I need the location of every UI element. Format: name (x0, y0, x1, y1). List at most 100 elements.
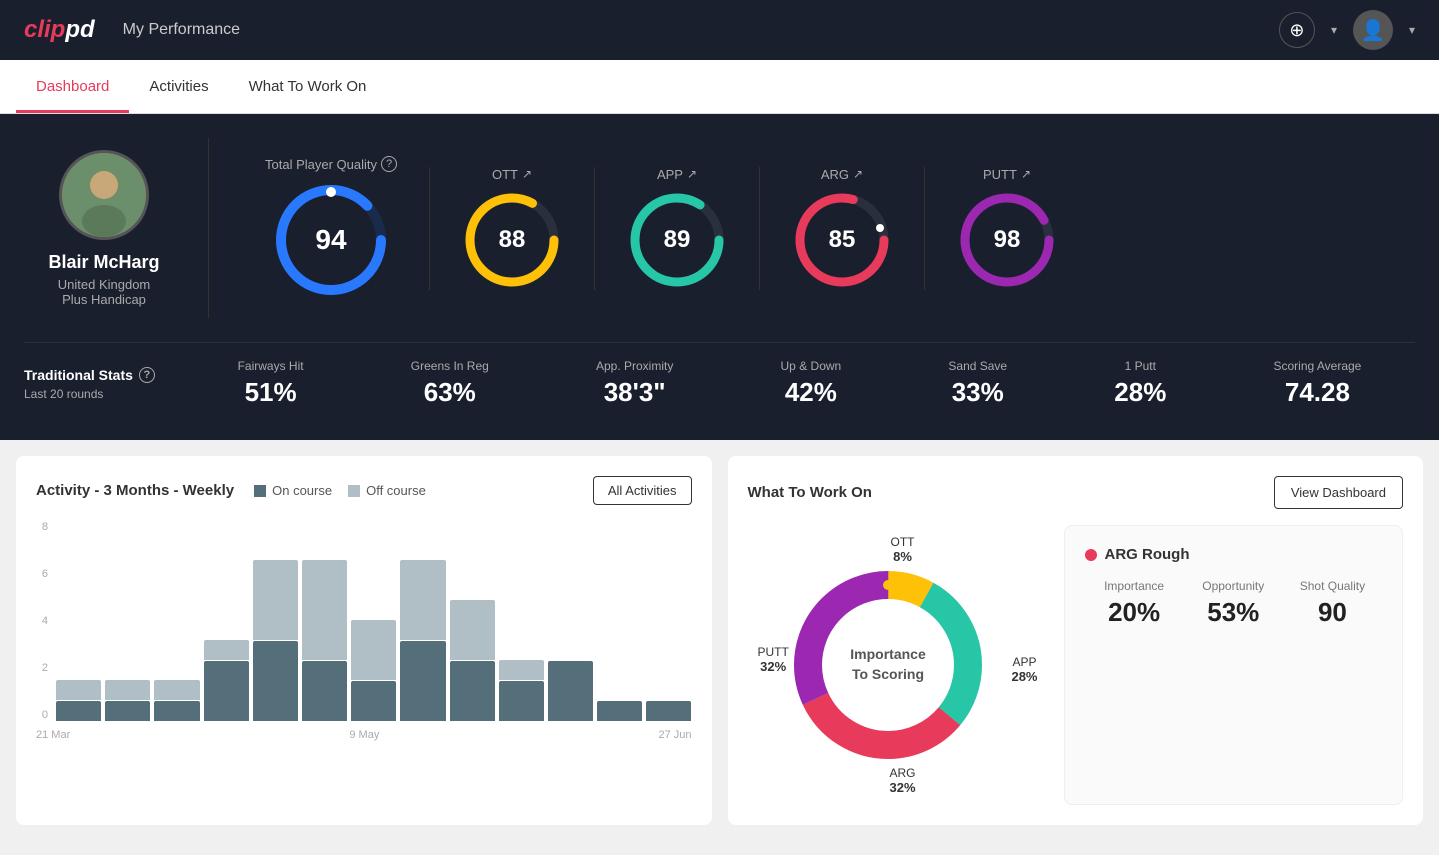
stat-1-putt: 1 Putt 28% (1114, 359, 1166, 408)
off-course-dot (348, 485, 360, 497)
info-icon[interactable]: ? (381, 156, 397, 172)
bar-on-5 (302, 661, 347, 721)
bar-on-2 (154, 701, 199, 721)
legend-on-course: On course (254, 483, 332, 498)
trad-subtitle: Last 20 rounds (24, 387, 184, 401)
arg-score: ARG ↗ 85 (759, 167, 924, 290)
detail-metrics: Importance 20% Opportunity 53% Shot Qual… (1085, 579, 1383, 628)
bar-off-8 (450, 600, 495, 660)
app-label: APP ↗ (657, 167, 697, 182)
arg-label: ARG ↗ (821, 167, 863, 182)
putt-score: PUTT ↗ 98 (924, 167, 1089, 290)
bar-off-3 (204, 640, 249, 660)
add-dropdown-arrow: ▾ (1331, 23, 1337, 37)
bar-col-4 (253, 521, 298, 721)
scores-section: Total Player Quality ? 94 OTT ↗ (233, 156, 1415, 300)
bar-col-7 (400, 521, 445, 721)
app-score: APP ↗ 89 (594, 167, 759, 290)
bar-on-0 (56, 701, 101, 721)
bar-col-9 (499, 521, 544, 721)
avatar-image (62, 153, 146, 237)
bar-col-11 (597, 521, 642, 721)
trad-info-icon[interactable]: ? (139, 367, 155, 383)
bar-col-10 (548, 521, 593, 721)
bar-off-9 (499, 660, 544, 680)
tq-label: Total Player Quality ? (265, 156, 397, 172)
bar-on-8 (450, 661, 495, 721)
activity-panel-header: Activity - 3 Months - Weekly On course O… (36, 476, 692, 505)
bar-off-0 (56, 680, 101, 700)
player-country: United Kingdom (58, 277, 151, 292)
bar-on-11 (597, 701, 642, 721)
user-avatar-button[interactable]: 👤 (1353, 10, 1393, 50)
tab-what-to-work-on[interactable]: What To Work On (229, 60, 387, 113)
stat-greens-in-reg: Greens In Reg 63% (411, 359, 489, 408)
stat-fairways-hit: Fairways Hit 51% (238, 359, 304, 408)
bar-off-7 (400, 560, 445, 640)
bar-on-7 (400, 641, 445, 721)
add-button[interactable]: ⊕ (1279, 12, 1315, 48)
tab-dashboard[interactable]: Dashboard (16, 60, 129, 113)
bar-col-1 (105, 521, 150, 721)
avatar-dropdown-arrow: ▾ (1409, 23, 1415, 37)
plus-icon: ⊕ (1289, 20, 1304, 41)
bar-on-4 (253, 641, 298, 721)
detail-dot (1085, 549, 1097, 561)
total-quality-score: Total Player Quality ? 94 (233, 156, 429, 300)
wtwo-title: What To Work On (748, 484, 872, 501)
metric-shot-quality: Shot Quality 90 (1283, 579, 1382, 628)
bar-off-1 (105, 680, 150, 700)
total-ring: 94 (271, 180, 391, 300)
panels: Activity - 3 Months - Weekly On course O… (0, 440, 1439, 841)
metric-importance: Importance 20% (1085, 579, 1184, 628)
hero-section: Blair McHarg United Kingdom Plus Handica… (0, 114, 1439, 440)
bars-group (56, 521, 692, 721)
wtwo-content: OTT 8% APP 28% ARG 32% PUTT 32% (748, 525, 1404, 805)
activity-title: Activity - 3 Months - Weekly (36, 482, 234, 499)
ott-value: 88 (499, 226, 526, 254)
detail-card: ARG Rough Importance 20% Opportunity 53%… (1064, 525, 1404, 805)
bar-col-8 (450, 521, 495, 721)
wtwo-header: What To Work On View Dashboard (748, 476, 1404, 509)
tab-bar: Dashboard Activities What To Work On (0, 60, 1439, 114)
bar-col-3 (204, 521, 249, 721)
detail-card-title: ARG Rough (1085, 546, 1383, 563)
bar-col-12 (646, 521, 691, 721)
bar-off-4 (253, 560, 298, 640)
page-title: My Performance (123, 21, 240, 39)
arg-arrow-icon: ↗ (853, 167, 863, 181)
player-handicap: Plus Handicap (62, 292, 146, 307)
bar-on-10 (548, 661, 593, 721)
bar-col-5 (302, 521, 347, 721)
logo: clippd (24, 16, 95, 44)
bar-col-6 (351, 521, 396, 721)
trad-title: Traditional Stats ? (24, 367, 184, 383)
svg-text:Importance: Importance (850, 646, 926, 662)
tab-activities[interactable]: Activities (129, 60, 228, 113)
bar-off-6 (351, 620, 396, 680)
on-course-dot (254, 485, 266, 497)
all-activities-button[interactable]: All Activities (593, 476, 692, 505)
avatar (59, 150, 149, 240)
chart-area: 8 6 4 2 0 (36, 521, 692, 761)
app-ring: 89 (627, 190, 727, 290)
arg-ring: 85 (792, 190, 892, 290)
ott-arrow-icon: ↗ (522, 167, 532, 181)
putt-label: PUTT ↗ (983, 167, 1031, 182)
activity-panel: Activity - 3 Months - Weekly On course O… (16, 456, 712, 825)
stat-sand-save: Sand Save 33% (948, 359, 1007, 408)
svg-text:To Scoring: To Scoring (851, 666, 923, 682)
stat-scoring-avg: Scoring Average 74.28 (1274, 359, 1362, 408)
putt-value: 98 (994, 226, 1021, 254)
donut-svg: Importance To Scoring (778, 555, 998, 775)
traditional-stats: Traditional Stats ? Last 20 rounds Fairw… (24, 342, 1415, 416)
stat-app-proximity: App. Proximity 38'3" (596, 359, 673, 408)
app-value: 89 (664, 226, 691, 254)
app-arrow-icon: ↗ (687, 167, 697, 181)
y-axis: 8 6 4 2 0 (36, 521, 56, 721)
player-info: Blair McHarg United Kingdom Plus Handica… (24, 150, 184, 307)
putt-ring: 98 (957, 190, 1057, 290)
wtwo-panel: What To Work On View Dashboard OTT 8% AP… (728, 456, 1424, 825)
view-dashboard-button[interactable]: View Dashboard (1274, 476, 1403, 509)
bar-off-5 (302, 560, 347, 660)
